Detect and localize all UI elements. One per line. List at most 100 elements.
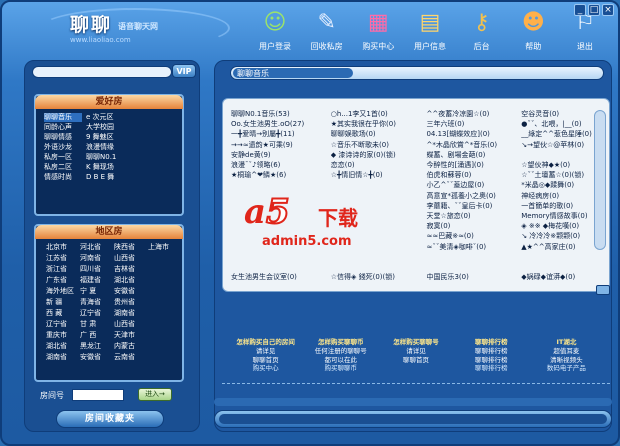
close-button[interactable]: × xyxy=(602,4,614,16)
service-heading[interactable]: 聊聊排行榜 xyxy=(454,338,529,347)
region-room-item[interactable]: 云南省 xyxy=(114,353,148,362)
room-list-item[interactable]: ☆ˇˇ土壇蓄☆(0)(锁) xyxy=(521,170,601,180)
region-room-item[interactable]: 黑龙江 xyxy=(80,342,114,351)
service-item[interactable]: IT湖北 超值耳麦 清晰视频头 数码电子产品 xyxy=(529,338,604,382)
room-favorites-button[interactable]: 房间收藏夹 xyxy=(56,410,164,428)
room-list-item[interactable]: ○h...1李又1首(0) xyxy=(331,109,427,119)
region-room-item[interactable]: 北京市 xyxy=(46,243,80,252)
service-heading[interactable]: 怎样购买自己的房间 xyxy=(228,338,303,347)
region-room-item[interactable]: 辽宁省 xyxy=(80,309,114,318)
region-room-item[interactable]: 上海市 xyxy=(148,243,178,252)
room-list-item[interactable]: 空谷灵音(0) xyxy=(521,109,601,119)
region-room-item[interactable]: 山西省 xyxy=(114,320,148,329)
list-resize-handle[interactable] xyxy=(596,285,610,295)
room-list-item[interactable]: ◆ 漆诗诗的家(0)(锁) xyxy=(331,150,427,160)
maximize-button[interactable]: □ xyxy=(588,4,600,16)
region-room-item[interactable]: 浙江省 xyxy=(46,265,80,274)
room-list-item[interactable]: 天堂☆旅恋(0) xyxy=(426,211,521,221)
region-room-item[interactable]: 青海省 xyxy=(80,298,114,307)
minimize-button[interactable]: _ xyxy=(574,4,586,16)
room-list-item[interactable]: 蝶蓄、剧場金葩(0) xyxy=(426,150,521,160)
room-list-item[interactable]: 女生池男生会议室(0) xyxy=(231,272,331,282)
hobby-room-item[interactable]: 大学校园 xyxy=(86,123,136,132)
room-list-item[interactable]: 浪漫ˉˇ♪领略(6) xyxy=(231,160,331,170)
room-number-input[interactable] xyxy=(72,389,124,401)
region-room-item[interactable]: 天津市 xyxy=(114,331,148,340)
region-room-item[interactable]: 安徽省 xyxy=(80,353,114,362)
room-list-item[interactable]: 李蘑籍、ˇˇ皇后卡(0) xyxy=(426,201,521,211)
region-room-item[interactable]: 重庆市 xyxy=(46,331,80,340)
room-list-item[interactable]: ●ˇˇ、北喂，|__(0) xyxy=(521,119,601,129)
room-list-item[interactable]: ↘→望伙☆@苹林(0) xyxy=(521,140,601,150)
hobby-room-item[interactable]: D B E 舞 xyxy=(86,173,136,182)
room-list-item[interactable]: ↘ 冷冷冷※颗颗(0) xyxy=(521,231,601,241)
room-list-item[interactable]: ^*木晶欣賞^*音乐(0) xyxy=(426,140,521,150)
room-list-item[interactable]: 一首簡单的歌(0) xyxy=(521,201,601,211)
room-list-item[interactable]: ☆音乐不断歌未(0) xyxy=(331,140,427,150)
hobby-room-item[interactable]: 9 舞魅区 xyxy=(86,133,136,142)
room-list-item[interactable]: 伯虎和蘇蓉(0) xyxy=(426,170,521,180)
room-list-item[interactable]: 恋恋(0) xyxy=(331,160,427,170)
room-list-item[interactable]: ☆信得◈ 錢死(0)(锁) xyxy=(331,272,427,282)
room-list-item[interactable]: 一╋爱晴→别屬╋(11) xyxy=(231,129,331,139)
room-list-item[interactable]: ★其实我很在乎你(0) xyxy=(331,119,427,129)
room-list-item[interactable]: ▲★^^高家庄(0) xyxy=(521,242,601,252)
region-room-item[interactable]: 陕西省 xyxy=(114,243,148,252)
room-list-item[interactable]: __綠定^^惹色星陲(0) xyxy=(521,129,601,139)
hobby-room-item[interactable]: 私房二区 xyxy=(44,163,82,172)
room-list-item[interactable]: 今醉性的[涌遇](0) xyxy=(426,160,521,170)
room-list-item[interactable]: ≈ˇˇ美清◈咖啡ˇ(0) xyxy=(426,242,521,252)
region-room-item[interactable]: 内蒙古 xyxy=(114,342,148,351)
hobby-room-item[interactable]: 同龄心声 xyxy=(44,123,82,132)
region-room-item[interactable]: 宁 夏 xyxy=(80,287,114,296)
region-room-item[interactable]: 湖南省 xyxy=(114,309,148,318)
user-search-bar[interactable] xyxy=(32,66,172,78)
toolbar-user-login[interactable]: ☺ 用户登录 xyxy=(250,6,300,62)
service-item[interactable]: 怎样购买聊聊号 请详见 聊聊首页 xyxy=(378,338,453,382)
region-room-item[interactable]: 福建省 xyxy=(80,276,114,285)
hobby-room-item[interactable]: 情感时尚 xyxy=(44,173,82,182)
region-room-item[interactable]: 甘 肃 xyxy=(80,320,114,329)
region-room-item[interactable]: 辽宁省 xyxy=(46,320,80,329)
room-list-item[interactable]: *米晶◎◆蹂舞(0) xyxy=(521,180,601,190)
room-list-item[interactable]: 小乙^ˇˇ蓋边屋(0) xyxy=(426,180,521,190)
toolbar-recycle-room[interactable]: ✎ 回收私房 xyxy=(302,6,352,62)
toolbar-user-info[interactable]: ▤ 用户信息 xyxy=(405,6,455,62)
toolbar-admin[interactable]: ⚷ 后台 xyxy=(457,6,507,62)
hobby-room-item[interactable]: 聊聊情感 xyxy=(44,133,82,142)
region-room-item[interactable]: 贵州省 xyxy=(114,298,148,307)
service-item[interactable]: 聊聊排行榜 聊聊排行榜 聊聊排行榜 聊聊排行榜 xyxy=(454,338,529,382)
room-list-item[interactable]: ◈ ※※ ◆梅花嘆(0) xyxy=(521,221,601,231)
vip-button[interactable]: VIP xyxy=(172,64,196,78)
room-list-item[interactable]: 聊聊娱歌场(0) xyxy=(331,129,427,139)
toolbar-shop-center[interactable]: ▦ 购买中心 xyxy=(353,6,403,62)
region-room-item[interactable]: 江苏省 xyxy=(46,254,80,263)
hobby-room-item[interactable]: 聊聊音乐 xyxy=(44,113,82,122)
room-list-item[interactable]: ≈≈巴藏※≈(0) xyxy=(426,231,521,241)
room-list-item[interactable]: Memory情感故事(0) xyxy=(521,211,601,221)
horizontal-scrollbar[interactable] xyxy=(214,398,612,406)
region-room-item[interactable]: 湖南省 xyxy=(46,353,80,362)
room-list-item[interactable]: 04.13[蝴蝶效应](0) xyxy=(426,129,521,139)
room-list-item[interactable]: 寂寞(0) xyxy=(426,221,521,231)
service-heading[interactable]: 怎样购买聊聊号 xyxy=(378,338,453,347)
room-list-item[interactable]: ☆望伙神◆★(0) xyxy=(521,160,601,170)
region-room-item[interactable]: 河南省 xyxy=(80,254,114,263)
region-room-item[interactable]: 吉林省 xyxy=(114,265,148,274)
region-room-item[interactable]: 广东省 xyxy=(46,276,80,285)
enter-room-button[interactable]: 进入→ xyxy=(138,388,172,401)
region-room-item[interactable]: 四川省 xyxy=(80,265,114,274)
room-list-item[interactable]: ☆╋情旧情☆╋(0) xyxy=(331,170,427,180)
hobby-room-item[interactable]: 外语沙龙 xyxy=(44,143,82,152)
room-list-item[interactable]: 神经病房(0) xyxy=(521,191,601,201)
room-list-item[interactable]: 高意宣*孤養小之奧(0) xyxy=(426,191,521,201)
room-list-item[interactable]: 安静de黄(9) xyxy=(231,150,331,160)
service-item[interactable]: 怎样购买聊聊币 任何注册的聊聊号 都可以在此 购买聊聊币 xyxy=(303,338,378,382)
toolbar-help[interactable]: ☻ 帮助 xyxy=(508,6,558,62)
room-list-item[interactable]: ★桐瑜^❤鳞★(6) xyxy=(231,170,331,180)
hobby-room-item[interactable]: K 舞现场 xyxy=(86,163,136,172)
region-room-item[interactable]: 湖北省 xyxy=(114,276,148,285)
region-room-item[interactable]: 湖北省 xyxy=(46,342,80,351)
hobby-room-item[interactable]: e 次元区 xyxy=(86,113,136,122)
room-list-scrollbar[interactable] xyxy=(594,110,606,250)
